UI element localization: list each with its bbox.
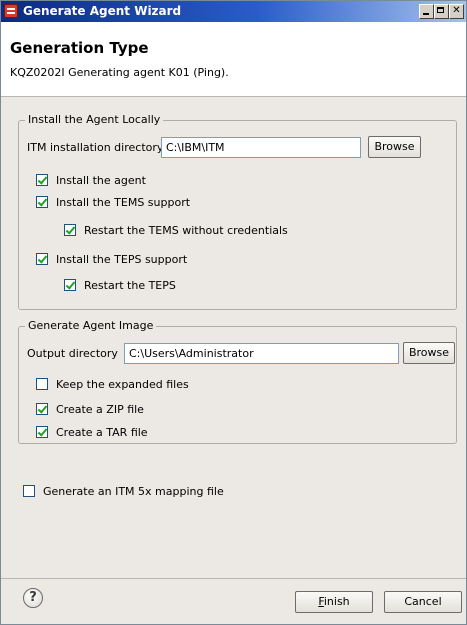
checkbox-checked-icon <box>64 224 76 236</box>
wizard-app-icon <box>4 4 18 18</box>
create-tar-checkbox[interactable]: Create a TAR file <box>36 424 148 440</box>
title-bar[interactable]: Generate Agent Wizard ✕ <box>1 1 466 22</box>
mapping-file-checkbox[interactable]: Generate an ITM 5x mapping file <box>23 483 224 499</box>
checkbox-checked-icon <box>36 426 48 438</box>
close-icon[interactable]: ✕ <box>449 4 464 19</box>
wizard-window: Generate Agent Wizard ✕ Generation Type … <box>0 0 467 625</box>
cancel-button[interactable]: Cancel <box>384 591 462 613</box>
install-locally-group-title: Install the Agent Locally <box>25 113 164 126</box>
itm-dir-input[interactable]: C:\IBM\ITM <box>161 137 361 158</box>
itm-dir-browse-button[interactable]: Browse <box>368 136 421 158</box>
install-agent-checkbox[interactable]: Install the agent <box>36 172 146 188</box>
restart-tems-label: Restart the TEMS without credentials <box>84 223 288 237</box>
install-tems-checkbox[interactable]: Install the TEMS support <box>36 194 190 210</box>
restart-tems-checkbox[interactable]: Restart the TEMS without credentials <box>64 222 288 238</box>
create-zip-checkbox[interactable]: Create a ZIP file <box>36 401 144 417</box>
install-tems-label: Install the TEMS support <box>56 195 191 209</box>
checkbox-checked-icon <box>64 279 76 291</box>
checkbox-unchecked-icon <box>36 378 48 390</box>
keep-expanded-label: Keep the expanded files <box>56 377 189 391</box>
output-dir-browse-button[interactable]: Browse <box>403 342 455 364</box>
maximize-icon[interactable] <box>434 4 449 19</box>
wizard-header: Generation Type KQZ0202I Generating agen… <box>1 22 466 97</box>
finish-label: inish <box>323 595 350 608</box>
footer-divider <box>1 578 466 579</box>
output-dir-label: Output directory <box>27 347 118 360</box>
window-controls: ✕ <box>419 4 464 19</box>
output-dir-input[interactable]: C:\Users\Administrator <box>124 343 399 364</box>
itm-dir-label: ITM installation directory <box>27 141 164 154</box>
window-title: Generate Agent Wizard <box>23 4 182 18</box>
checkbox-checked-icon <box>36 403 48 415</box>
create-tar-label: Create a TAR file <box>56 425 148 439</box>
agent-image-group-title: Generate Agent Image <box>25 319 157 332</box>
restart-teps-checkbox[interactable]: Restart the TEPS <box>64 277 176 293</box>
status-message: KQZ0202I Generating agent K01 (Ping). <box>10 66 229 79</box>
keep-expanded-checkbox[interactable]: Keep the expanded files <box>36 376 189 392</box>
install-teps-checkbox[interactable]: Install the TEPS support <box>36 251 187 267</box>
page-title: Generation Type <box>10 39 149 57</box>
restart-teps-label: Restart the TEPS <box>84 278 176 292</box>
checkbox-checked-icon <box>36 253 48 265</box>
minimize-icon[interactable] <box>419 4 434 19</box>
create-zip-label: Create a ZIP file <box>56 402 144 416</box>
install-teps-label: Install the TEPS support <box>56 252 188 266</box>
help-icon[interactable]: ? <box>23 588 43 608</box>
checkbox-checked-icon <box>36 196 48 208</box>
checkbox-checked-icon <box>36 174 48 186</box>
install-agent-label: Install the agent <box>56 173 146 187</box>
checkbox-unchecked-icon <box>23 485 35 497</box>
finish-button[interactable]: Finish <box>295 591 373 613</box>
mapping-file-label: Generate an ITM 5x mapping file <box>43 484 224 498</box>
